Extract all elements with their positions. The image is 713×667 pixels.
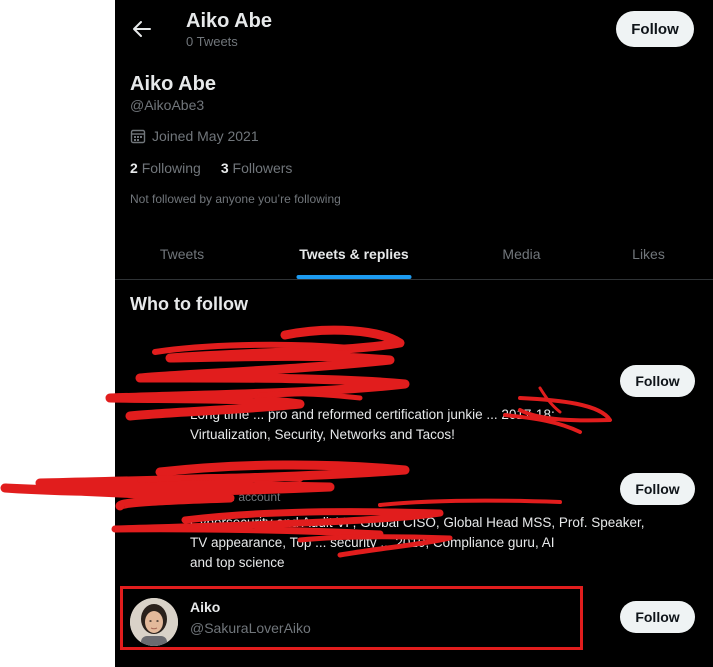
suggestion-bio: Cybersecurity and Audit VP, Global CISO,… [190,515,645,530]
follow-button[interactable]: Follow [620,601,695,633]
tab-tweets-and-replies[interactable]: Tweets & replies [249,228,459,279]
follow-button[interactable]: Follow [620,365,695,397]
follow-stats: 2 Following 3 Followers [130,160,292,176]
who-to-follow-title: Who to follow [130,294,248,314]
followers-link[interactable]: 3 Followers [221,160,293,176]
profile-name: Aiko Abe [130,73,216,95]
back-button[interactable] [127,14,157,44]
tab-media[interactable]: Media [459,228,584,279]
suggestion-social-context: ... account [225,490,281,504]
profile-handle: @AikoAbe3 [130,97,205,113]
followed-by-note: Not followed by anyone you’re following [130,192,341,206]
joined-date: Joined May 2021 [130,128,259,144]
profile-header: Aiko Abe 0 Tweets Follow [115,0,713,58]
suggestion-bio: Long time ... pro and reformed certifica… [190,407,555,422]
tab-tweets[interactable]: Tweets [115,228,249,279]
suggestion-bio: Virtualization, Security, Networks and T… [190,427,455,442]
suggestion-bio: and top science [190,555,285,570]
following-link[interactable]: 2 Following [130,160,201,176]
header-name: Aiko Abe [186,10,272,32]
active-tab-indicator [296,275,412,279]
follow-button[interactable]: Follow [620,473,695,505]
calendar-icon [130,129,146,144]
arrow-left-icon [133,21,151,37]
suggestion-bio: TV appearance, Top ... security ... 2010… [190,535,555,550]
header-follow-button[interactable]: Follow [616,11,694,47]
joined-text: Joined May 2021 [152,128,259,144]
profile-tabs: Tweets Tweets & replies Media Likes [115,228,713,280]
header-tweet-count: 0 Tweets [186,34,238,49]
highlight-box [120,586,583,650]
profile-panel: Aiko Abe 0 Tweets Follow Aiko Abe @AikoA… [115,0,713,667]
tab-likes[interactable]: Likes [584,228,713,279]
